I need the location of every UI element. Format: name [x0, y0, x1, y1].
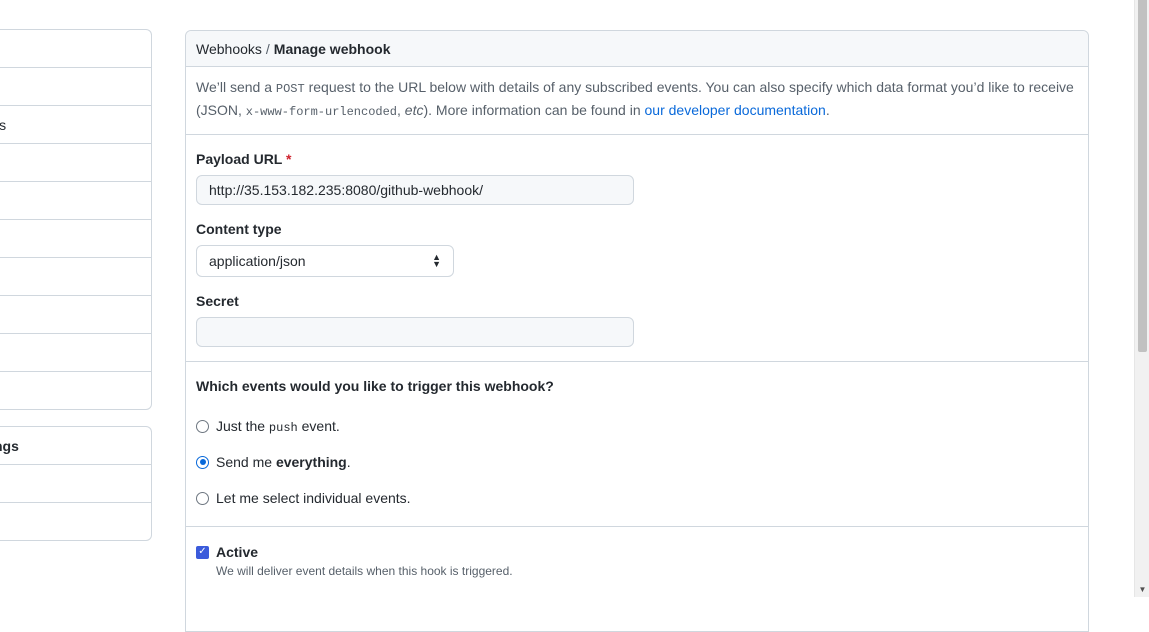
- payload-url-input[interactable]: http://35.153.182.235:8080/github-webhoo…: [196, 175, 634, 205]
- sidebar-item[interactable]: [0, 67, 151, 105]
- content-type-value: application/json: [209, 253, 306, 269]
- required-mark: *: [286, 151, 292, 167]
- active-section: ✓ Active We will deliver event details w…: [186, 527, 1088, 595]
- breadcrumb-current: Manage webhook: [273, 40, 391, 57]
- events-section: Which events would you like to trigger t…: [186, 362, 1088, 527]
- settings-sidebar: is ngs: [0, 29, 152, 541]
- developer-docs-link[interactable]: our developer documentation: [645, 102, 826, 118]
- radio-everything[interactable]: Send me everything.: [196, 444, 1078, 480]
- active-checkbox[interactable]: ✓: [196, 545, 209, 559]
- breadcrumb-webhooks-link[interactable]: Webhooks: [196, 41, 262, 57]
- scrollbar-thumb[interactable]: [1138, 0, 1147, 352]
- select-arrows-icon: ▲ ▼: [432, 252, 441, 269]
- intro-text: We’ll send a POST request to the URL bel…: [186, 67, 1088, 135]
- radio-icon[interactable]: [196, 491, 209, 505]
- breadcrumb: Webhooks / Manage webhook: [186, 31, 1088, 67]
- active-note: We will deliver event details when this …: [216, 564, 513, 578]
- sidebar-item[interactable]: [0, 30, 151, 67]
- webhook-form: Payload URL * http://35.153.182.235:8080…: [186, 135, 1088, 362]
- post-code: POST: [275, 82, 305, 96]
- sidebar-group-header: ngs: [0, 437, 19, 454]
- sidebar-item[interactable]: [0, 333, 151, 371]
- events-question: Which events would you like to trigger t…: [196, 378, 554, 394]
- vertical-scrollbar[interactable]: ▼: [1134, 0, 1149, 597]
- content-type-label: Content type: [196, 221, 282, 237]
- sidebar-item[interactable]: [0, 371, 151, 409]
- secret-input[interactable]: [196, 317, 634, 347]
- sidebar-item[interactable]: [0, 464, 151, 502]
- content-type-select[interactable]: application/json ▲ ▼: [196, 245, 454, 277]
- active-label: Active: [216, 544, 259, 560]
- sidebar-item[interactable]: [0, 502, 151, 540]
- breadcrumb-separator: /: [265, 40, 270, 57]
- sidebar-item[interactable]: [0, 181, 151, 219]
- sidebar-item[interactable]: [0, 295, 151, 333]
- sidebar-group-2: ngs: [0, 426, 152, 541]
- sidebar-item[interactable]: [0, 219, 151, 257]
- radio-icon[interactable]: [196, 419, 209, 433]
- radio-individual-events[interactable]: Let me select individual events.: [196, 480, 1078, 516]
- sidebar-item[interactable]: is: [0, 105, 151, 143]
- secret-label: Secret: [196, 293, 239, 309]
- radio-push-event[interactable]: Just the push event.: [196, 408, 1078, 444]
- scroll-down-arrow-icon[interactable]: ▼: [1135, 582, 1149, 597]
- sidebar-item[interactable]: [0, 257, 151, 295]
- urlencoded-code: x-www-form-urlencoded: [245, 105, 398, 119]
- sidebar-item[interactable]: [0, 143, 151, 181]
- webhook-panel: Webhooks / Manage webhook We’ll send a P…: [185, 30, 1089, 632]
- sidebar-group-1: is: [0, 29, 152, 410]
- payload-url-label: Payload URL *: [196, 151, 292, 167]
- radio-icon[interactable]: [196, 455, 209, 469]
